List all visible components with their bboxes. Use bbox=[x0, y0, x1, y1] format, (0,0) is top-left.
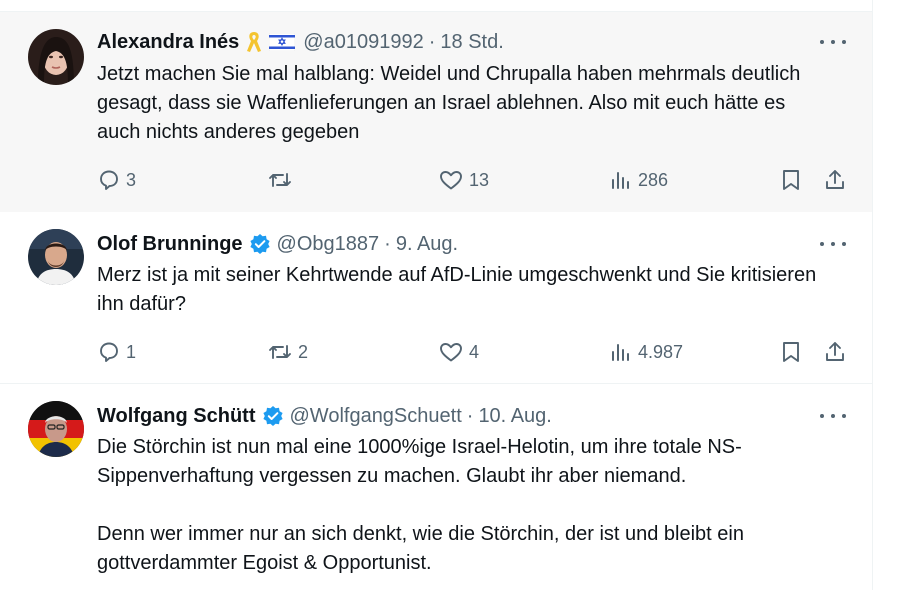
author-handle[interactable]: @a01091992 bbox=[303, 30, 423, 54]
divider bbox=[0, 0, 872, 12]
tweet-header: Olof Brunninge @Obg1887 · 9. Aug. bbox=[97, 232, 458, 256]
tweet-header: Wolfgang Schütt @WolfgangSchuett · 10. A… bbox=[97, 404, 552, 428]
tweet-text: Merz ist ja mit seiner Kehrtwende auf Af… bbox=[97, 261, 837, 319]
reply-button[interactable]: 1 bbox=[97, 337, 136, 367]
tweet-paragraph: Merz ist ja mit seiner Kehrtwende auf Af… bbox=[97, 264, 817, 315]
like-count: 4 bbox=[469, 341, 480, 362]
tweet[interactable]: Wolfgang Schütt @WolfgangSchuett · 10. A… bbox=[0, 384, 872, 590]
more-options-button[interactable] bbox=[820, 234, 846, 254]
tweet-text: Jetzt machen Sie mal halblang: Weidel un… bbox=[97, 60, 817, 147]
dot-icon bbox=[820, 414, 824, 418]
tweet-actions: 1 2 4 4.987 bbox=[97, 337, 853, 367]
dot-icon bbox=[831, 414, 835, 418]
reply-button[interactable]: 3 bbox=[97, 165, 136, 195]
bookmark-icon bbox=[783, 170, 799, 190]
tweet[interactable]: Olof Brunninge @Obg1887 · 9. Aug. Merz i… bbox=[0, 212, 872, 384]
verified-badge-icon bbox=[249, 233, 271, 255]
analytics-icon bbox=[612, 172, 629, 189]
author-handle[interactable]: @Obg1887 bbox=[277, 232, 380, 256]
dot-icon bbox=[831, 242, 835, 246]
heart-icon bbox=[440, 171, 462, 190]
repost-button[interactable] bbox=[267, 165, 298, 195]
analytics-icon bbox=[612, 344, 629, 361]
tweet-paragraph: Die Störchin ist nun mal eine 1000%ige I… bbox=[97, 436, 742, 487]
bookmark-button[interactable] bbox=[780, 337, 802, 367]
israel-flag-icon bbox=[269, 33, 296, 51]
verified-badge-icon bbox=[262, 405, 284, 427]
bookmark-icon bbox=[783, 342, 799, 362]
like-button[interactable]: 4 bbox=[438, 337, 479, 367]
avatar[interactable] bbox=[28, 401, 84, 457]
like-button[interactable]: 13 bbox=[438, 165, 489, 195]
author-handle[interactable]: @WolfgangSchuett bbox=[290, 404, 462, 428]
reply-icon bbox=[100, 170, 118, 190]
reply-count: 1 bbox=[126, 341, 137, 362]
tweet-text: Die Störchin ist nun mal eine 1000%ige I… bbox=[97, 433, 832, 578]
dot-icon bbox=[820, 40, 824, 44]
reply-icon bbox=[100, 342, 118, 362]
more-options-button[interactable] bbox=[820, 406, 846, 426]
timestamp[interactable]: 9. Aug. bbox=[396, 232, 458, 256]
tweet-feed: Alexandra Inés @a01091992 · 18 Std. Jetz… bbox=[0, 0, 873, 590]
dot-icon bbox=[842, 414, 846, 418]
repost-icon bbox=[269, 345, 291, 359]
dot-icon bbox=[831, 40, 835, 44]
timestamp[interactable]: 10. Aug. bbox=[478, 404, 551, 428]
avatar[interactable] bbox=[28, 229, 84, 285]
tweet[interactable]: Alexandra Inés @a01091992 · 18 Std. Jetz… bbox=[0, 12, 872, 224]
author-name[interactable]: Alexandra Inés bbox=[97, 30, 239, 54]
repost-icon bbox=[269, 173, 291, 187]
author-name[interactable]: Wolfgang Schütt bbox=[97, 404, 256, 428]
tweet-paragraph: Denn wer immer nur an sich denkt, wie di… bbox=[97, 523, 744, 574]
bookmark-button[interactable] bbox=[780, 165, 802, 195]
view-count: 286 bbox=[638, 169, 669, 190]
separator: · bbox=[428, 31, 436, 53]
share-icon bbox=[826, 170, 844, 189]
repost-count: 2 bbox=[298, 341, 309, 362]
tweet-actions: 3 13 286 bbox=[97, 165, 853, 195]
separator: · bbox=[384, 233, 391, 255]
tweet-header: Alexandra Inés @a01091992 · 18 Std. bbox=[97, 30, 504, 54]
views-button[interactable]: 4.987 bbox=[609, 337, 683, 367]
share-button[interactable] bbox=[823, 165, 847, 195]
share-button[interactable] bbox=[823, 337, 847, 367]
like-count: 13 bbox=[469, 169, 490, 190]
dot-icon bbox=[842, 242, 846, 246]
tweet-paragraph: Jetzt machen Sie mal halblang: Weidel un… bbox=[97, 63, 801, 143]
timestamp[interactable]: 18 Std. bbox=[440, 30, 503, 54]
dot-icon bbox=[820, 242, 824, 246]
separator: · bbox=[466, 405, 474, 427]
more-options-button[interactable] bbox=[820, 32, 846, 52]
views-button[interactable]: 286 bbox=[609, 165, 668, 195]
repost-button[interactable]: 2 bbox=[267, 337, 308, 367]
reply-count: 3 bbox=[126, 169, 137, 190]
share-icon bbox=[826, 342, 844, 361]
avatar[interactable] bbox=[28, 29, 84, 85]
heart-icon bbox=[440, 343, 462, 362]
dot-icon bbox=[842, 40, 846, 44]
yellow-ribbon-icon bbox=[245, 30, 263, 54]
view-count: 4.987 bbox=[638, 341, 684, 362]
author-name[interactable]: Olof Brunninge bbox=[97, 232, 243, 256]
